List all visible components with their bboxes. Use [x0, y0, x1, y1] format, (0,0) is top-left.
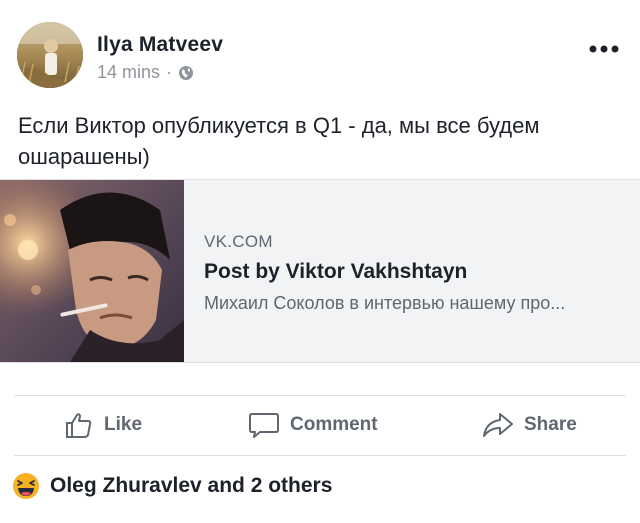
haha-emoji-icon[interactable] — [12, 472, 40, 500]
reactions-text[interactable]: Oleg Zhuravlev and 2 others — [50, 474, 332, 498]
comment-icon — [249, 413, 279, 438]
like-label: Like — [104, 414, 143, 435]
like-icon — [66, 413, 92, 438]
post-timestamp[interactable]: 14 mins — [97, 62, 160, 83]
reactions-summary: Oleg Zhuravlev and 2 others — [0, 456, 640, 516]
post-meta: 14 mins · — [97, 62, 194, 83]
more-options-icon[interactable] — [588, 42, 620, 56]
comment-button[interactable]: Comment — [248, 396, 378, 454]
link-title[interactable]: Post by Viktor Vakhshtayn — [204, 260, 624, 284]
share-button[interactable]: Share — [482, 396, 577, 454]
post-text: Если Виктор опубликуется в Q1 - да, мы в… — [18, 113, 540, 169]
comment-label: Comment — [290, 414, 378, 435]
post-header: Ilya Matveev 14 mins · — [0, 0, 640, 100]
globe-icon — [178, 65, 194, 81]
post-actions-bar: Like Comment Share — [0, 396, 640, 454]
link-preview-body: VK.COM Post by Viktor Vakhshtayn Михаил … — [204, 232, 624, 314]
share-label: Share — [524, 414, 577, 435]
like-button[interactable]: Like — [64, 396, 142, 454]
link-preview-card[interactable]: VK.COM Post by Viktor Vakhshtayn Михаил … — [0, 179, 640, 363]
link-domain: VK.COM — [204, 232, 273, 251]
link-description: Михаил Соколов в интервью нашему про... — [204, 293, 566, 313]
meta-separator: · — [166, 62, 173, 82]
author-name[interactable]: Ilya Matveev — [97, 33, 223, 57]
author-avatar[interactable] — [17, 22, 83, 88]
link-thumbnail-image — [0, 180, 184, 362]
share-icon — [483, 413, 513, 437]
